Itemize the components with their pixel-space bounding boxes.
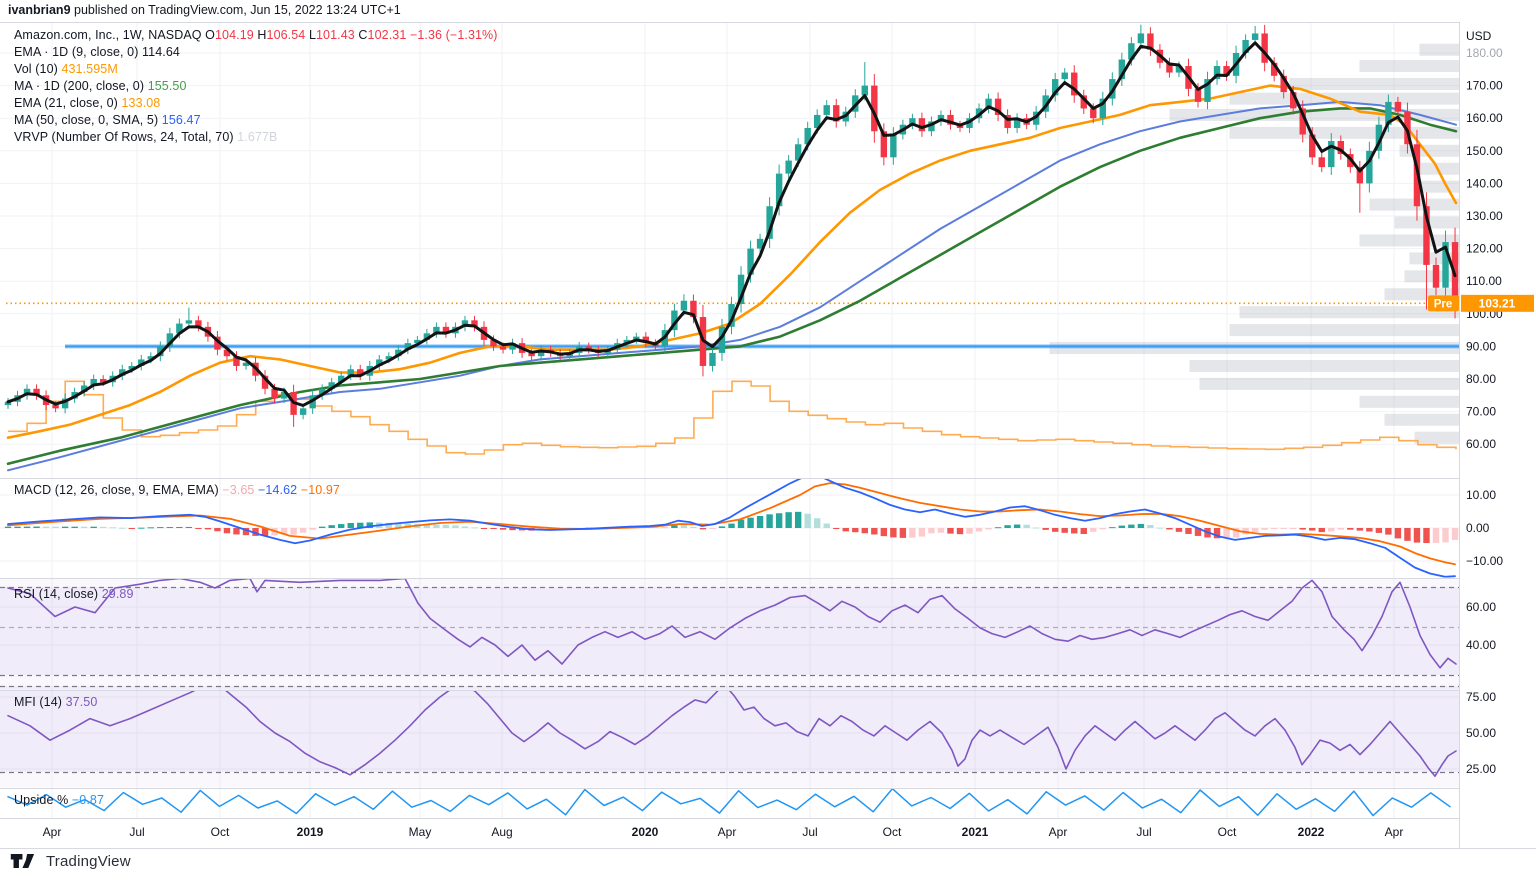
svg-text:USD: USD <box>1466 29 1492 43</box>
svg-text:Jul: Jul <box>802 825 817 839</box>
svg-text:50.00: 50.00 <box>1466 726 1496 740</box>
tradingview-published-chart: { "header": { "user": "ivanbrian9", "res… <box>0 0 1536 880</box>
svg-text:40.00: 40.00 <box>1466 638 1496 652</box>
svg-text:25.00: 25.00 <box>1466 762 1496 776</box>
tradingview-footer[interactable]: TradingView <box>10 852 131 870</box>
svg-text:Aug: Aug <box>491 825 512 839</box>
svg-text:180.00: 180.00 <box>1466 46 1503 60</box>
indicator-legend-row[interactable]: EMA · 1D (9, close, 0) 114.64 <box>14 44 498 61</box>
indicator-legend-row[interactable]: MFI (14) 37.50 <box>14 694 97 711</box>
indicator-legend-row[interactable]: Amazon.com, Inc., 1W, NASDAQ O104.19 H10… <box>14 27 498 44</box>
svg-text:103.21: 103.21 <box>1479 296 1516 310</box>
indicator-legend-row[interactable]: EMA (21, close, 0) 133.08 <box>14 95 498 112</box>
svg-text:Oct: Oct <box>211 825 230 839</box>
indicator-legend-row[interactable]: RSI (14, close) 29.89 <box>14 586 134 603</box>
published-text: published on TradingView.com, Jun 15, 20… <box>70 3 401 17</box>
svg-text:Apr: Apr <box>43 825 62 839</box>
svg-text:−10.00: −10.00 <box>1466 554 1503 568</box>
svg-text:120.00: 120.00 <box>1466 242 1503 256</box>
svg-text:75.00: 75.00 <box>1466 690 1496 704</box>
svg-text:60.00: 60.00 <box>1466 600 1496 614</box>
svg-text:Oct: Oct <box>883 825 902 839</box>
author-username: ivanbrian9 <box>8 3 71 17</box>
svg-text:May: May <box>409 825 432 839</box>
svg-text:Apr: Apr <box>1049 825 1068 839</box>
svg-text:80.00: 80.00 <box>1466 372 1496 386</box>
svg-text:2019: 2019 <box>297 825 324 839</box>
published-header: ivanbrian9 published on TradingView.com,… <box>8 3 401 17</box>
svg-text:90.00: 90.00 <box>1466 339 1496 353</box>
svg-text:2022: 2022 <box>1298 825 1325 839</box>
legend-rsi[interactable]: RSI (14, close) 29.89 <box>14 586 134 603</box>
svg-text:0.00: 0.00 <box>1466 521 1490 535</box>
svg-text:Pre: Pre <box>1434 298 1453 310</box>
svg-text:2020: 2020 <box>632 825 659 839</box>
svg-text:Apr: Apr <box>1385 825 1404 839</box>
indicator-legend-row[interactable]: Vol (10) 431.595M <box>14 61 498 78</box>
svg-text:Oct: Oct <box>1218 825 1237 839</box>
indicator-legend-row[interactable]: MA · 1D (200, close, 0) 155.50 <box>14 78 498 95</box>
svg-text:60.00: 60.00 <box>1466 437 1496 451</box>
svg-text:70.00: 70.00 <box>1466 405 1496 419</box>
indicator-legend-row[interactable]: MACD (12, 26, close, 9, EMA, EMA) −3.65 … <box>14 482 340 499</box>
tradingview-brand: TradingView <box>46 852 131 870</box>
legend-macd[interactable]: MACD (12, 26, close, 9, EMA, EMA) −3.65 … <box>14 482 340 499</box>
svg-text:Jul: Jul <box>1136 825 1151 839</box>
indicator-legend-row[interactable]: VRVP (Number Of Rows, 24, Total, 70) 1.6… <box>14 129 498 146</box>
legend-main[interactable]: Amazon.com, Inc., 1W, NASDAQ O104.19 H10… <box>14 27 498 146</box>
svg-text:Jul: Jul <box>129 825 144 839</box>
indicator-legend-row[interactable]: MA (50, close, 0, SMA, 5) 156.47 <box>14 112 498 129</box>
svg-text:160.00: 160.00 <box>1466 111 1503 125</box>
svg-text:110.00: 110.00 <box>1466 274 1502 288</box>
svg-text:170.00: 170.00 <box>1466 79 1503 93</box>
legend-upside[interactable]: Upside % −0.87 <box>14 792 104 809</box>
svg-text:150.00: 150.00 <box>1466 144 1503 158</box>
tradingview-logo-icon <box>10 854 35 868</box>
svg-text:140.00: 140.00 <box>1466 176 1503 190</box>
svg-text:2021: 2021 <box>962 825 989 839</box>
svg-text:130.00: 130.00 <box>1466 209 1503 223</box>
indicator-legend-row[interactable]: Upside % −0.87 <box>14 792 104 809</box>
svg-text:10.00: 10.00 <box>1466 488 1496 502</box>
legend-mfi[interactable]: MFI (14) 37.50 <box>14 694 97 711</box>
svg-text:Apr: Apr <box>718 825 737 839</box>
